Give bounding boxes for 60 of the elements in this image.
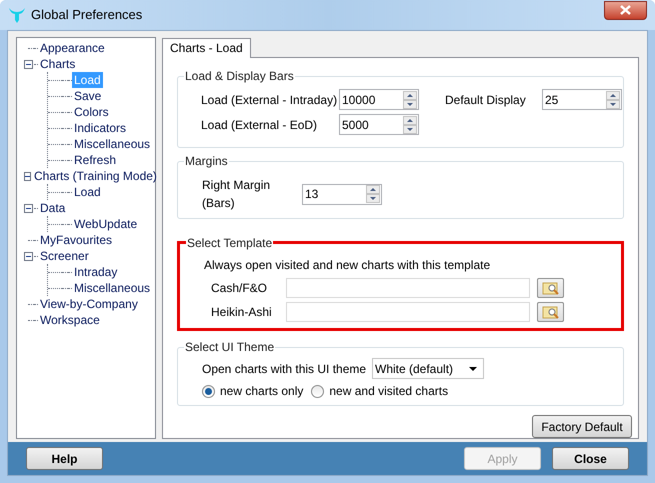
tree-item[interactable]: Charts (Training Mode) bbox=[32, 168, 159, 184]
field-label: Cash/F&O bbox=[210, 280, 268, 297]
theme-dropdown[interactable]: White (default) bbox=[372, 358, 484, 379]
tree-item[interactable]: MyFavourites bbox=[38, 232, 114, 248]
tree-item[interactable]: Workspace bbox=[38, 312, 102, 328]
tree-item[interactable]: Load bbox=[72, 184, 103, 200]
close-icon bbox=[620, 5, 631, 15]
group-title: Select Template bbox=[186, 235, 274, 251]
field-label: Right Margin (Bars) bbox=[202, 177, 272, 212]
tree-item[interactable]: Miscellaneous bbox=[72, 136, 152, 152]
radio-button[interactable] bbox=[311, 384, 324, 398]
folder-search-icon bbox=[542, 281, 560, 295]
field-label: Heikin-Ashi bbox=[210, 304, 273, 321]
browse-button[interactable] bbox=[537, 278, 564, 298]
folder-search-icon bbox=[542, 305, 560, 319]
dialog-button[interactable]: Help bbox=[26, 447, 103, 470]
radio-label: new and visited charts bbox=[329, 383, 448, 400]
template-field[interactable] bbox=[286, 302, 530, 322]
tab[interactable]: Charts - Load bbox=[162, 38, 251, 58]
field-label: Load (External - EoD) bbox=[201, 116, 318, 134]
tree-item[interactable]: Appearance bbox=[38, 40, 107, 56]
number-field[interactable]: 5000 bbox=[339, 114, 419, 135]
tree-item[interactable]: Save bbox=[72, 88, 104, 104]
spinner-arrows-icon[interactable] bbox=[606, 90, 620, 108]
collapse-icon[interactable] bbox=[24, 204, 33, 212]
factory-default-button[interactable]: Factory Default bbox=[532, 415, 632, 438]
collapse-icon[interactable] bbox=[24, 252, 33, 260]
close-button[interactable] bbox=[604, 0, 647, 20]
dialog-button[interactable]: Close bbox=[552, 447, 629, 470]
number-field[interactable]: 13 bbox=[302, 184, 382, 204]
radio-label: new charts only bbox=[220, 383, 304, 400]
bull-logo-icon bbox=[8, 6, 26, 24]
tree-item[interactable]: WebUpdate bbox=[72, 216, 140, 232]
number-field[interactable]: 10000 bbox=[339, 89, 419, 110]
tree-item[interactable]: Colors bbox=[72, 104, 111, 120]
field-label: Load (External - Intraday) bbox=[201, 92, 338, 108]
caret-icon bbox=[469, 366, 477, 370]
window-title: Global Preferences bbox=[31, 6, 144, 24]
field-label: Open charts with this UI theme bbox=[202, 360, 368, 378]
group-title: Load & Display Bars bbox=[184, 68, 295, 84]
radio-button[interactable] bbox=[202, 384, 215, 398]
collapse-icon[interactable] bbox=[24, 60, 33, 68]
template-field[interactable] bbox=[286, 278, 530, 298]
tree-item[interactable]: Miscellaneous bbox=[72, 280, 152, 296]
tree-item[interactable]: Indicators bbox=[72, 120, 128, 136]
tree-item[interactable]: View-by-Company bbox=[38, 296, 140, 312]
tree-item[interactable]: Refresh bbox=[72, 152, 118, 168]
group-title: Margins bbox=[184, 153, 229, 169]
description-text: Always open visited and new charts with this template bbox=[204, 257, 492, 274]
spinner-arrows-icon[interactable] bbox=[366, 185, 380, 203]
browse-button[interactable] bbox=[537, 302, 564, 322]
number-field[interactable]: 25 bbox=[542, 89, 622, 110]
collapse-icon[interactable] bbox=[24, 172, 31, 180]
spinner-arrows-icon[interactable] bbox=[403, 116, 417, 134]
tree-item[interactable]: Screener bbox=[38, 248, 91, 264]
tree-item[interactable]: Data bbox=[38, 200, 68, 216]
field-label: Default Display bbox=[445, 92, 527, 108]
tree-item[interactable]: Intraday bbox=[72, 264, 120, 280]
tree-item[interactable]: Charts bbox=[38, 56, 78, 72]
spinner-arrows-icon[interactable] bbox=[403, 90, 417, 108]
